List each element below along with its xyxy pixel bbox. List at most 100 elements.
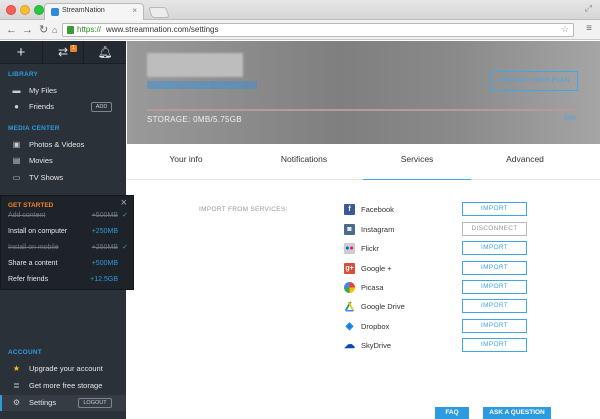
import-flickr-button[interactable]: IMPORT bbox=[462, 241, 527, 255]
account-heading: ACCOUNT bbox=[8, 349, 42, 356]
sidebar-toolbar: + ⇄ 1 🔔︎ bbox=[0, 41, 126, 64]
bell-icon[interactable]: 🔔︎ bbox=[84, 41, 126, 64]
back-arrow-icon[interactable]: ← bbox=[6, 23, 17, 37]
url-text: www.streamnation.com/settings bbox=[106, 25, 219, 34]
service-row-flickr: ●● Flickr IMPORT bbox=[344, 241, 594, 257]
sidebar-item-upgrade[interactable]: ★ Upgrade your account bbox=[0, 361, 126, 377]
import-section-label: IMPORT FROM SERVICES: bbox=[199, 206, 288, 213]
add-icon[interactable]: + bbox=[0, 41, 42, 64]
blurred-username bbox=[147, 53, 243, 77]
photos-icon: ▣ bbox=[12, 140, 21, 149]
home-icon[interactable]: ⌂ bbox=[52, 23, 57, 37]
browser-titlebar: StreamNation × ⤢ bbox=[0, 0, 600, 20]
item-value: +12.5GB bbox=[90, 276, 118, 283]
folder-icon: ▬ bbox=[12, 86, 21, 95]
item-label: Install on computer bbox=[8, 228, 68, 235]
item-label: Install on mobile bbox=[8, 244, 59, 251]
flickr-icon: ●● bbox=[344, 243, 355, 254]
new-tab-button[interactable] bbox=[148, 7, 170, 18]
add-friend-button[interactable]: ADD bbox=[91, 102, 112, 112]
maximize-window-button[interactable] bbox=[34, 5, 44, 15]
account-header: Free plan - Compare the plans CHANGE YOU… bbox=[127, 41, 600, 144]
service-name: Flickr bbox=[361, 244, 379, 253]
streamnation-favicon-icon bbox=[51, 8, 59, 16]
storage-progress-bar bbox=[147, 109, 577, 111]
settings-tabs: Your info Notifications Services Advance… bbox=[127, 144, 600, 180]
service-row-google-drive: Google Drive IMPORT bbox=[344, 299, 594, 315]
import-skydrive-button[interactable]: IMPORT bbox=[462, 338, 527, 352]
change-plan-button[interactable]: CHANGE YOUR PLAN bbox=[490, 71, 578, 91]
notification-badge: 1 bbox=[70, 45, 77, 52]
checkmark-icon: ✓ bbox=[122, 212, 128, 219]
services-panel: IMPORT FROM SERVICES: f Facebook IMPORT … bbox=[127, 181, 600, 419]
sidebar-item-photos-videos[interactable]: ▣ Photos & Videos bbox=[0, 137, 126, 153]
transfers-icon[interactable]: ⇄ bbox=[42, 41, 84, 64]
browser-tab-title: StreamNation bbox=[62, 7, 105, 14]
import-google-plus-button[interactable]: IMPORT bbox=[462, 261, 527, 275]
forward-arrow-icon[interactable]: → bbox=[22, 23, 33, 37]
plan-link[interactable]: Free plan - Compare the plans bbox=[147, 81, 257, 90]
address-bar[interactable]: https:// www.streamnation.com/settings ☆ bbox=[62, 23, 574, 37]
item-value: +500MB bbox=[91, 212, 118, 219]
get-started-popup: GET STARTED × Add content +500MB ✓ Insta… bbox=[0, 195, 134, 290]
close-window-button[interactable] bbox=[6, 5, 16, 15]
sidebar-item-my-files[interactable]: ▬ My Files bbox=[0, 83, 126, 99]
minimize-window-button[interactable] bbox=[20, 5, 30, 15]
service-name: Google + bbox=[361, 264, 392, 273]
import-dropbox-button[interactable]: IMPORT bbox=[462, 319, 527, 333]
sidebar-item-label: Friends bbox=[29, 102, 55, 111]
reload-icon[interactable]: ↻ bbox=[39, 23, 48, 37]
get-started-item[interactable]: Refer friends +12.5GB bbox=[8, 274, 128, 288]
sidebar-item-free-storage[interactable]: ≣ Get more free storage bbox=[0, 378, 126, 394]
storage-icon: ≣ bbox=[13, 381, 20, 390]
dropbox-icon: ◈ bbox=[345, 321, 354, 332]
tv-icon: ▭ bbox=[12, 173, 21, 182]
browser-tab[interactable]: StreamNation × bbox=[44, 3, 144, 20]
service-name: Picasa bbox=[361, 283, 384, 292]
item-value: +500MB bbox=[91, 260, 118, 267]
tab-services[interactable]: Services bbox=[363, 144, 471, 180]
browser-menu-icon[interactable]: ≡ bbox=[586, 23, 592, 34]
service-row-facebook: f Facebook IMPORT bbox=[344, 202, 594, 218]
ask-question-button[interactable]: ASK A QUESTION bbox=[483, 407, 551, 419]
sidebar-item-friends[interactable]: ● Friends ADD bbox=[0, 99, 126, 115]
get-started-item[interactable]: Add content +500MB ✓ bbox=[8, 210, 128, 224]
bookmark-star-icon[interactable]: ☆ bbox=[561, 24, 569, 35]
friends-icon: ● bbox=[14, 102, 19, 111]
faq-button[interactable]: FAQ bbox=[435, 407, 469, 419]
library-heading: LIBRARY bbox=[8, 71, 39, 78]
import-picasa-button[interactable]: IMPORT bbox=[462, 280, 527, 294]
disconnect-instagram-button[interactable]: DISCONNECT bbox=[462, 222, 527, 236]
sidebar-item-label: Settings bbox=[29, 398, 57, 407]
get-started-item[interactable]: Install on mobile +250MB ✓ bbox=[8, 242, 128, 256]
tab-notifications[interactable]: Notifications bbox=[245, 144, 363, 180]
sidebar-item-movies[interactable]: ▤ Movies bbox=[0, 153, 126, 169]
item-label: Refer friends bbox=[8, 276, 49, 283]
url-scheme: https:// bbox=[77, 25, 102, 34]
item-value: +250MB bbox=[91, 244, 118, 251]
import-facebook-button[interactable]: IMPORT bbox=[462, 202, 527, 216]
service-row-skydrive: ☁ SkyDrive IMPORT bbox=[344, 338, 594, 354]
tab-your-info[interactable]: Your info bbox=[127, 144, 245, 180]
instagram-icon: ◙ bbox=[344, 224, 355, 235]
service-row-instagram: ◙ Instagram DISCONNECT bbox=[344, 222, 594, 238]
address-toolbar: ← → ↻ ⌂ https:// www.streamnation.com/se… bbox=[0, 20, 600, 40]
close-popup-icon[interactable]: × bbox=[121, 197, 127, 209]
sidebar-item-label: Photos & Videos bbox=[29, 140, 85, 149]
service-name: Facebook bbox=[361, 205, 394, 214]
fullscreen-icon[interactable]: ⤢ bbox=[585, 3, 592, 14]
logout-button[interactable]: LOGOUT bbox=[78, 398, 112, 408]
checkmark-icon: ✓ bbox=[122, 244, 128, 251]
import-google-drive-button[interactable]: IMPORT bbox=[462, 299, 527, 313]
storage-info-link[interactable]: info bbox=[564, 115, 575, 122]
close-tab-icon[interactable]: × bbox=[132, 6, 137, 15]
tab-advanced[interactable]: Advanced bbox=[471, 144, 579, 180]
service-row-picasa: Picasa IMPORT bbox=[344, 280, 594, 296]
sidebar-item-settings[interactable]: ⚙ Settings LOGOUT bbox=[0, 395, 126, 411]
get-started-item[interactable]: Install on computer +250MB bbox=[8, 226, 128, 240]
get-started-item[interactable]: Share a content +500MB bbox=[8, 258, 128, 272]
sidebar-item-tv-shows[interactable]: ▭ TV Shows bbox=[0, 170, 126, 186]
sidebar-item-label: My Files bbox=[29, 86, 57, 95]
service-name: SkyDrive bbox=[361, 341, 392, 350]
sidebar-item-label: TV Shows bbox=[29, 173, 64, 182]
